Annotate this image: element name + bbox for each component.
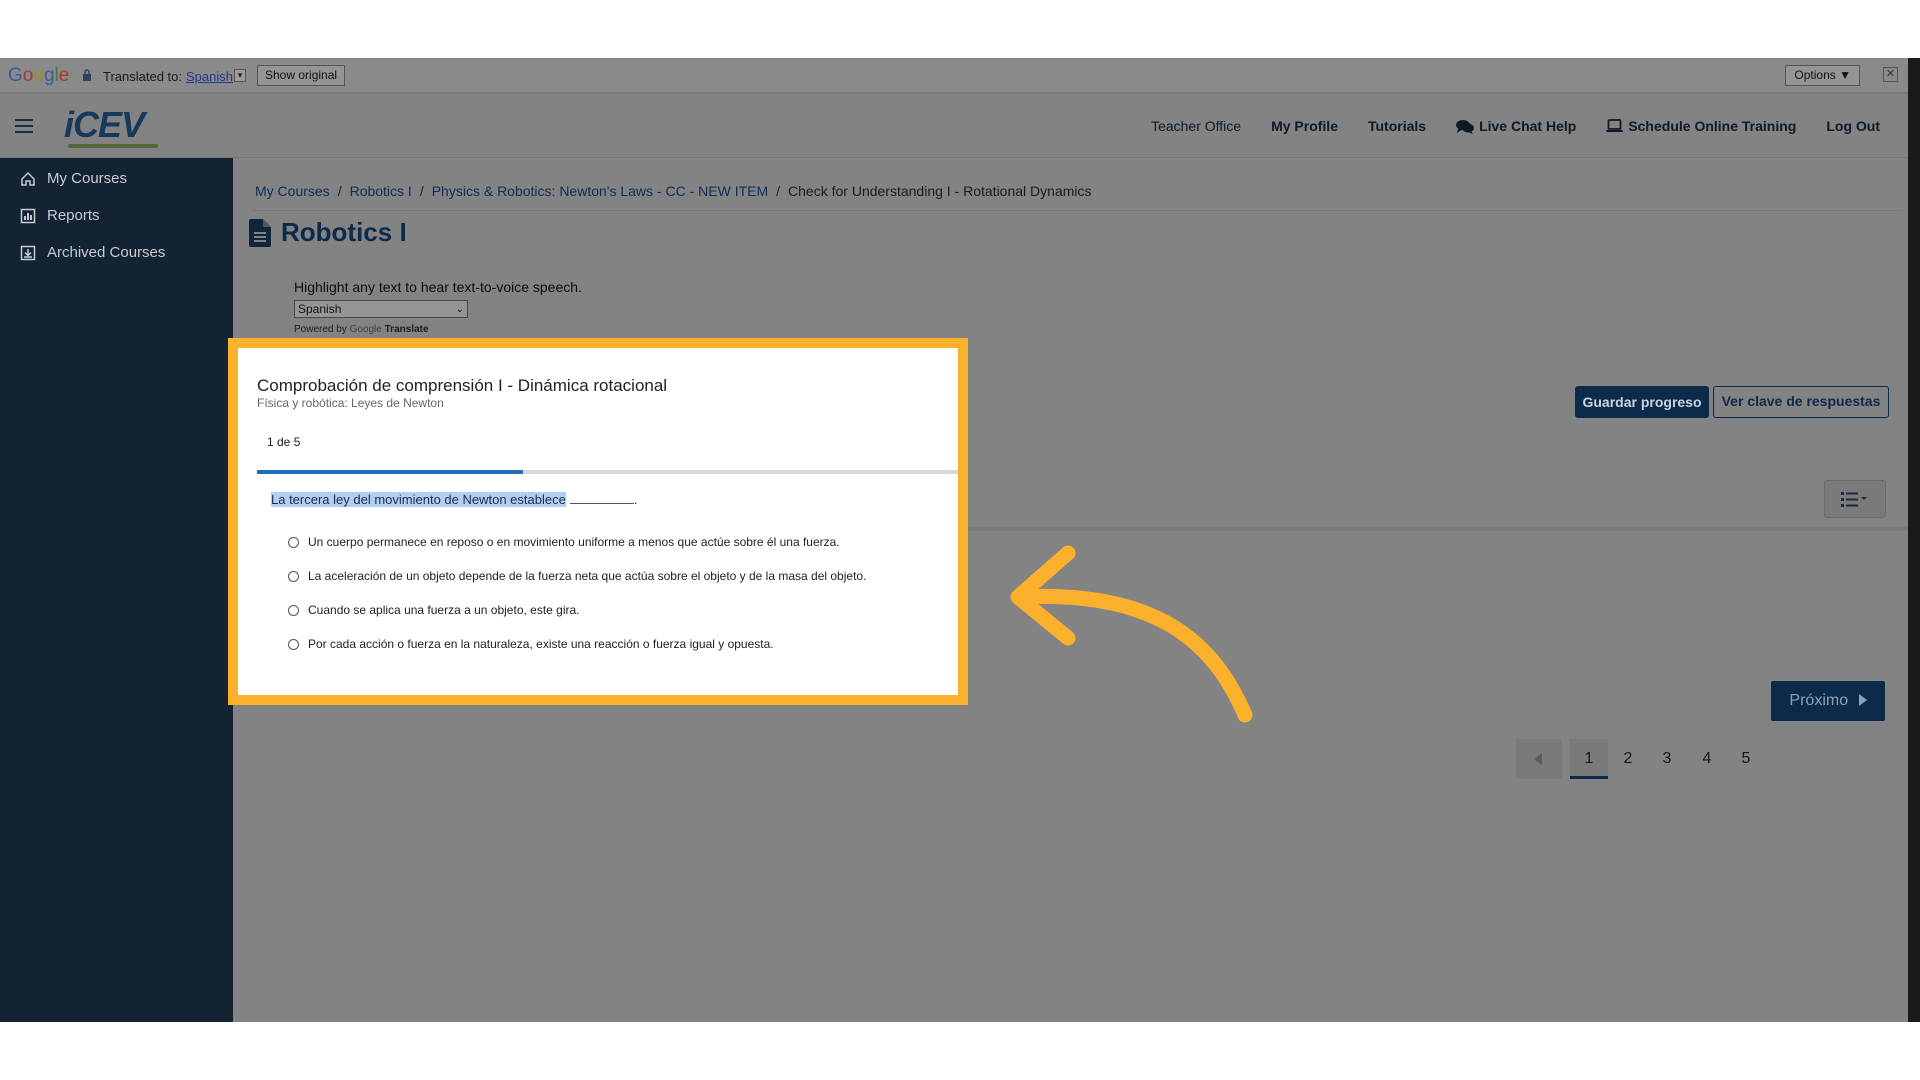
question-text: La tercera ley del movimiento de Newton … (271, 492, 637, 507)
breadcrumb-current: Check for Understanding I - Rotational D… (788, 183, 1092, 199)
live-chat-label: Live Chat Help (1479, 118, 1577, 134)
page-title: Robotics I (281, 217, 407, 247)
hamburger-menu-icon[interactable] (15, 119, 33, 133)
breadcrumb-robotics[interactable]: Robotics I (350, 183, 412, 199)
language-select-value: Spanish (298, 302, 342, 316)
laptop-icon (1606, 119, 1624, 132)
answer-option-c[interactable]: Cuando se aplica una fuerza a un objeto,… (288, 603, 580, 617)
lock-icon (83, 69, 91, 81)
page-4-button[interactable]: 4 (1688, 739, 1726, 779)
nav-my-profile[interactable]: My Profile (1271, 118, 1338, 134)
answer-option-label: Por cada acción o fuerza en la naturalez… (308, 637, 774, 651)
home-icon (21, 171, 35, 186)
breadcrumb-unit[interactable]: Physics & Robotics: Newton's Laws - CC -… (432, 183, 768, 199)
powered-by-google: Powered by Google Translate (294, 324, 429, 335)
quiz-card: Comprobación de comprensión I - Dinámica… (228, 338, 968, 705)
question-list-button[interactable] (1824, 480, 1886, 518)
caret-right-icon (1858, 694, 1867, 706)
next-label: Próximo (1789, 692, 1849, 709)
answer-option-d[interactable]: Por cada acción o fuerza en la naturalez… (288, 637, 774, 651)
answer-option-a[interactable]: Un cuerpo permanece en reposo o en movim… (288, 535, 840, 549)
logo-swoosh (68, 144, 158, 148)
archive-icon (20, 245, 36, 260)
divider (253, 210, 1903, 211)
answer-key-button[interactable]: Ver clave de respuestas (1713, 386, 1889, 418)
chat-icon (1456, 119, 1475, 134)
translate-wordmark: Translate (384, 324, 429, 335)
close-icon[interactable]: ✕ (1883, 67, 1898, 82)
page-2-button[interactable]: 2 (1609, 739, 1647, 779)
nav-tutorials[interactable]: Tutorials (1368, 118, 1426, 134)
sidebar-item-label: Reports (47, 207, 100, 224)
question-tail: . (633, 492, 638, 507)
nav-live-chat[interactable]: Live Chat Help (1456, 118, 1576, 134)
answer-option-label: Cuando se aplica una fuerza a un objeto,… (308, 603, 580, 617)
next-page-button[interactable]: Próximo (1771, 681, 1885, 721)
page-5-button[interactable]: 5 (1727, 739, 1765, 779)
answer-option-b[interactable]: La aceleración de un objeto depende de l… (288, 569, 866, 583)
quiz-title: Comprobación de comprensión I - Dinámica… (257, 376, 668, 395)
sidebar-item-label: My Courses (47, 170, 128, 187)
nav-teacher-office[interactable]: Teacher Office (1151, 118, 1241, 134)
quiz-subtitle: Física y robótica: Leyes de Newton (257, 396, 444, 410)
translate-bar: Google Translated to: Spanish ▾ Show ori… (0, 58, 1908, 94)
options-button[interactable]: Options ▼ (1785, 65, 1860, 86)
language-dropdown-icon[interactable]: ▾ (234, 69, 246, 82)
sidebar-item-reports[interactable]: Reports (20, 207, 100, 224)
radio-button[interactable] (288, 570, 299, 582)
icev-logo[interactable]: iCEV (64, 104, 145, 146)
chevron-down-icon: ⌄ (455, 304, 464, 315)
show-original-button[interactable]: Show original (257, 65, 346, 86)
answer-option-label: Un cuerpo permanece en reposo o en movim… (308, 535, 840, 549)
question-highlighted-text: La tercera ley del movimiento de Newton … (271, 492, 566, 507)
callout-arrow-icon (1010, 545, 1253, 723)
page-3-button[interactable]: 3 (1648, 739, 1686, 779)
previous-page-button[interactable] (1516, 739, 1562, 779)
answer-blank (569, 494, 634, 504)
radio-button[interactable] (288, 536, 299, 548)
answer-option-label: La aceleración de un objeto depende de l… (308, 569, 867, 583)
sidebar-item-my-courses[interactable]: My Courses (20, 170, 127, 187)
app-header: iCEV Teacher Office My Profile Tutorials… (0, 94, 1908, 158)
save-progress-button[interactable]: Guardar progreso (1575, 386, 1709, 418)
nav-schedule-training[interactable]: Schedule Online Training (1606, 118, 1796, 134)
caret-left-icon (1534, 753, 1542, 765)
tts-instruction: Highlight any text to hear text-to-voice… (294, 279, 582, 295)
google-logo: Google (8, 65, 70, 86)
chart-icon (20, 208, 36, 223)
sidebar-item-label: Archived Courses (47, 244, 166, 261)
page-1-button[interactable]: 1 (1570, 739, 1608, 779)
language-select[interactable]: Spanish ⌄ (294, 300, 468, 318)
sidebar: My Courses Reports Archived Courses (0, 158, 233, 1022)
nav-log-out[interactable]: Log Out (1826, 118, 1880, 134)
radio-button[interactable] (288, 604, 299, 616)
schedule-training-label: Schedule Online Training (1628, 118, 1797, 134)
radio-button[interactable] (288, 638, 299, 650)
question-counter: 1 de 5 (267, 435, 301, 449)
powered-by-label: Powered by (294, 324, 347, 335)
translated-to-label: Translated to: (103, 69, 183, 84)
google-wordmark: Google (349, 324, 382, 335)
window-edge (1908, 58, 1920, 1022)
top-nav: Teacher Office My Profile Tutorials Live… (1121, 94, 1880, 158)
breadcrumb: My Courses / Robotics I / Physics & Robotics… (255, 183, 1092, 199)
list-icon (1841, 492, 1867, 507)
page-title-row: Robotics I (249, 217, 407, 248)
translate-language-link[interactable]: Spanish (186, 69, 233, 84)
progress-fill (257, 470, 524, 474)
sidebar-item-archived-courses[interactable]: Archived Courses (20, 244, 165, 261)
progress-bar (257, 470, 958, 474)
document-icon (249, 218, 271, 247)
breadcrumb-my-courses[interactable]: My Courses (255, 183, 330, 199)
